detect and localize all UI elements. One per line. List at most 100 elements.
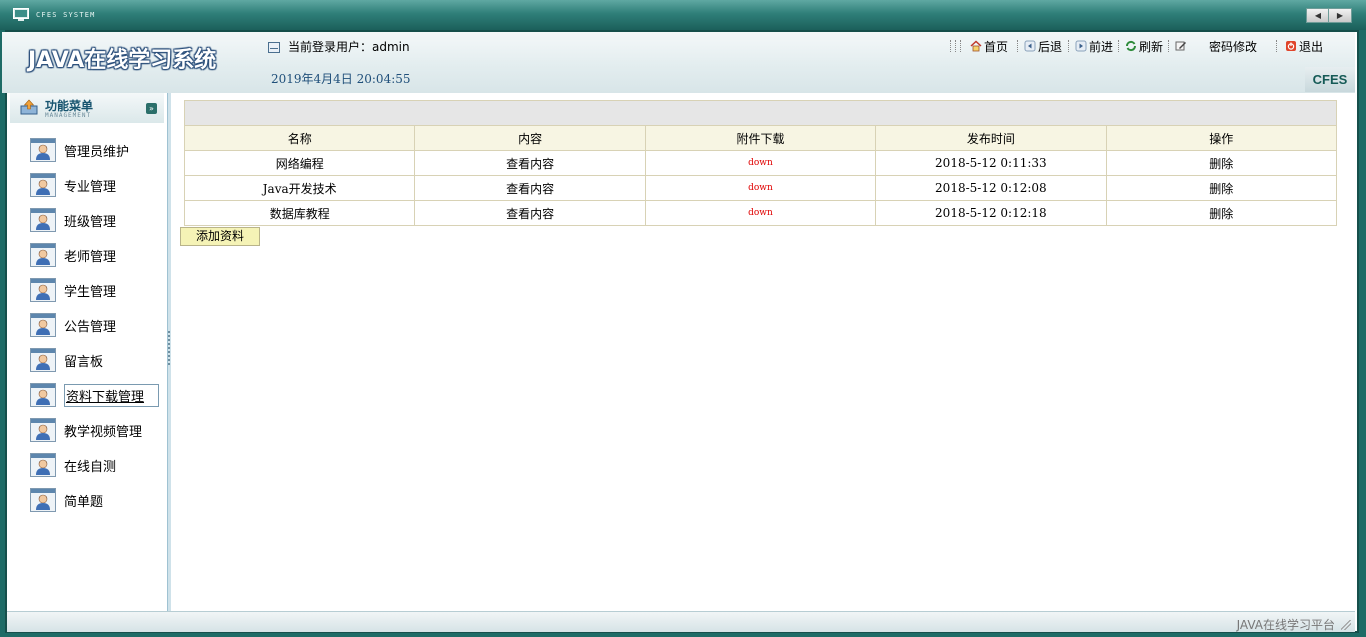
sidebar-item-class[interactable]: 班级管理 [30,207,116,233]
home-button[interactable]: 首页 [970,37,1008,55]
user-profile-icon [30,383,56,407]
back-arrow-icon [1024,40,1036,52]
user-card-icon [268,42,280,53]
sidebar-item-label: 班级管理 [64,214,117,230]
delete-link[interactable]: 删除 [1105,175,1338,201]
sidebar-item-label: 管理员维护 [64,144,130,160]
user-profile-icon [30,173,56,197]
upload-tray-icon [20,99,38,115]
user-profile-icon [30,453,56,477]
user-profile-icon [30,243,56,267]
window-prev-button[interactable]: ◀ [1306,8,1330,23]
forward-label: 前进 [1089,39,1114,54]
user-profile-icon [30,488,56,512]
logout-icon [1286,41,1296,51]
sidebar-subtitle: MANAGEMENT [45,112,92,119]
sidebar-item-notice[interactable]: 公告管理 [30,312,116,338]
app-logo: JAVA在线学习系统 [28,48,217,73]
toolbar-separator [950,40,953,52]
sidebar-item-teacher[interactable]: 老师管理 [30,242,116,268]
row-published-time: 2018-5-12 0:11:33 [875,150,1107,176]
column-header-attachment: 附件下载 [644,125,877,151]
user-profile-icon [30,313,56,337]
delete-link[interactable]: 删除 [1105,150,1338,176]
home-icon [970,40,982,52]
sidebar-item-online-test[interactable]: 在线自测 [30,452,116,478]
sidebar-item-teaching-video[interactable]: 教学视频管理 [30,417,142,443]
download-link[interactable]: down [644,175,877,201]
home-label: 首页 [984,39,1009,54]
view-content-link[interactable]: 查看内容 [414,175,646,201]
sidebar-item-admin[interactable]: 管理员维护 [30,137,129,163]
logout-button[interactable]: 退出 [1285,37,1323,55]
delete-link[interactable]: 删除 [1105,200,1338,226]
login-user-label: 当前登录用户：admin [268,38,410,55]
sidebar-item-label: 教学视频管理 [64,424,143,440]
toolbar-separator [1068,40,1071,52]
brand-badge: CFES [1305,67,1355,92]
status-bar: JAVA在线学习平台 [7,611,1355,632]
monitor-icon [13,8,29,21]
table-row: 数据库教程 查看内容 down 2018-5-12 0:12:18 删除 [183,200,1338,226]
sidebar-header: 功能菜单 MANAGEMENT » [10,93,164,123]
sidebar-item-label: 资料下载管理 [64,383,160,407]
download-link[interactable]: down [644,200,877,226]
sidebar-item-label: 留言板 [64,354,104,370]
user-profile-icon [30,208,56,232]
toolbar-separator [1168,40,1171,52]
resize-grip-icon[interactable] [1341,620,1351,630]
sidebar-item-label: 专业管理 [64,179,117,195]
toolbar-separator [1118,40,1121,52]
row-published-time: 2018-5-12 0:12:08 [875,175,1107,201]
user-profile-icon [30,138,56,162]
refresh-icon [1125,40,1137,52]
sidebar-item-label: 公告管理 [64,319,117,335]
password-change-label: 密码修改 [1209,39,1258,54]
window-titlebar: CFES SYSTEM ◀ ▶ [0,0,1366,30]
view-content-link[interactable]: 查看内容 [414,200,646,226]
forward-arrow-icon [1075,40,1087,52]
column-header-content: 内容 [414,125,646,151]
login-user-text: 当前登录用户：admin [288,40,410,54]
window-title: CFES SYSTEM [36,11,96,19]
sidebar-item-student[interactable]: 学生管理 [30,277,116,303]
sidebar-item-label: 老师管理 [64,249,117,265]
toolbar-separator [1017,40,1020,52]
row-title: 数据库教程 [183,200,416,226]
toolbar-separator [955,40,958,52]
user-profile-icon [30,418,56,442]
window-next-button[interactable]: ▶ [1328,8,1352,23]
refresh-button[interactable]: 刷新 [1125,37,1163,55]
resource-table: 名称 内容 附件下载 发布时间 操作 网络编程 查看内容 down 2018-5… [183,100,1338,226]
splitter-grip[interactable] [168,331,170,365]
download-link[interactable]: down [644,150,877,176]
toolbar-separator [960,40,963,52]
forward-button[interactable]: 前进 [1075,37,1113,55]
logout-label: 退出 [1299,39,1324,54]
sidebar-item-short-question[interactable]: 简单题 [30,487,103,513]
add-resource-button[interactable]: 添加资料 [180,227,260,246]
current-datetime: 2019年4月4日 20:04:55 [271,72,411,86]
user-profile-icon [30,348,56,372]
table-row: Java开发技术 查看内容 down 2018-5-12 0:12:08 删除 [183,175,1338,201]
column-header-name: 名称 [183,125,416,151]
column-header-published: 发布时间 [875,125,1107,151]
table-caption-row [184,100,1337,126]
sidebar-item-label: 简单题 [64,494,104,510]
row-title: Java开发技术 [183,175,416,201]
table-header-row: 名称 内容 附件下载 发布时间 操作 [183,125,1338,151]
column-header-action: 操作 [1105,125,1338,151]
sidebar-item-major[interactable]: 专业管理 [30,172,116,198]
sidebar-item-label: 学生管理 [64,284,117,300]
edit-pencil-icon [1175,41,1186,51]
back-button[interactable]: 后退 [1024,37,1062,55]
row-published-time: 2018-5-12 0:12:18 [875,200,1107,226]
table-caption [184,100,1337,126]
refresh-label: 刷新 [1139,39,1164,54]
view-content-link[interactable]: 查看内容 [414,150,646,176]
collapse-chevron-icon[interactable]: » [146,103,157,114]
sidebar-item-resource-download[interactable]: 资料下载管理 [30,382,160,408]
password-change-button[interactable]: 密码修改 [1175,37,1257,55]
sidebar-item-message-board[interactable]: 留言板 [30,347,103,373]
row-title: 网络编程 [183,150,416,176]
